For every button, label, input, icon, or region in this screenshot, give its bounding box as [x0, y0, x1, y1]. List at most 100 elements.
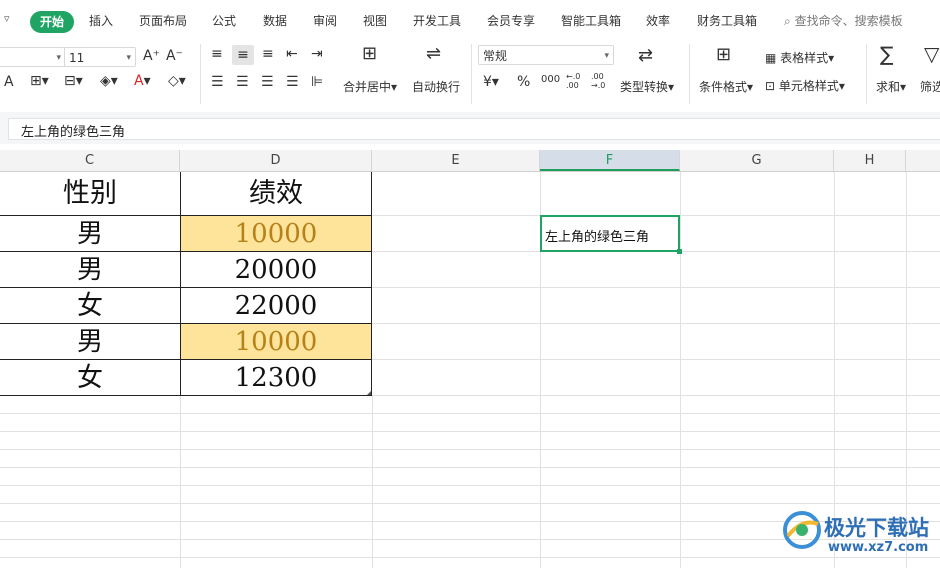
score-cell[interactable]: 10000	[181, 216, 371, 251]
wrap-text-icon[interactable]: ⇌	[426, 45, 441, 63]
table-border	[0, 323, 372, 324]
font-name-select[interactable]: ▾	[0, 47, 66, 67]
sum-label: 求和	[876, 80, 901, 94]
quick-access-dropdown-icon[interactable]: ▿	[4, 12, 10, 25]
decrease-decimal-icon[interactable]: .00 →.0	[591, 72, 613, 90]
table-style-button[interactable]: ▦ 表格样式▾	[765, 49, 834, 66]
watermark-logo-icon	[783, 511, 821, 549]
gridline	[0, 449, 940, 450]
tab-insert[interactable]: 插入	[89, 12, 113, 29]
watermark-url: www.xz7.com	[828, 540, 929, 555]
percent-icon[interactable]: %	[517, 74, 530, 90]
ribbon-divider	[200, 44, 201, 104]
tab-page-layout[interactable]: 页面布局	[139, 12, 187, 29]
align-right-icon[interactable]: ☰	[261, 74, 274, 90]
header-cell-gender[interactable]: 性别	[0, 173, 180, 215]
tab-formulas[interactable]: 公式	[212, 12, 236, 29]
align-center-icon[interactable]: ☰	[236, 74, 249, 90]
score-cell[interactable]: 12300	[181, 360, 371, 395]
border-icon[interactable]: ⊞▾	[30, 73, 49, 89]
align-bottom-icon[interactable]: ≡	[262, 46, 274, 62]
gender-cell[interactable]: 女	[0, 288, 180, 323]
header-cell-score[interactable]: 绩效	[180, 173, 372, 215]
cell-style-label: 单元格样式	[778, 79, 839, 93]
active-cell-f[interactable]: 左上角的绿色三角	[540, 215, 680, 252]
gridline	[0, 467, 940, 468]
formula-content: 左上角的绿色三角	[21, 125, 126, 140]
thousands-separator-icon[interactable]: 000	[541, 72, 560, 88]
distribute-icon[interactable]: ⊫	[311, 74, 323, 90]
wrap-text-button[interactable]: 自动换行	[412, 78, 460, 95]
tab-member[interactable]: 会员专享	[487, 12, 535, 29]
clear-format-icon[interactable]: ◇▾	[168, 73, 186, 89]
table-style-icon: ▦	[765, 51, 781, 65]
sum-icon[interactable]: ∑	[880, 44, 893, 64]
filter-icon[interactable]: ▽	[924, 44, 939, 64]
column-header-h[interactable]: H	[834, 150, 906, 171]
cell-style-icon: ⊡	[765, 79, 779, 93]
number-format-select[interactable]: 常规 ▾	[478, 45, 614, 65]
command-search[interactable]: ⌕ 查找命令、搜索模板	[784, 12, 903, 29]
currency-icon[interactable]: ¥▾	[483, 74, 499, 90]
tab-data[interactable]: 数据	[263, 12, 287, 29]
score-cell[interactable]: 10000	[181, 324, 371, 359]
font-color-icon[interactable]: A▾	[134, 73, 151, 89]
font-size-value: 11	[69, 51, 85, 65]
table-border	[371, 172, 372, 396]
table-style-label: 表格样式	[780, 51, 829, 65]
merge-center-label: 合并居中	[343, 80, 392, 94]
resize-corner-icon	[367, 391, 371, 395]
column-header-f[interactable]: F	[540, 150, 680, 171]
table-border	[0, 287, 372, 288]
justify-icon[interactable]: ☰	[286, 74, 299, 90]
gridline	[0, 431, 940, 432]
conditional-format-button[interactable]: 条件格式▾	[699, 78, 753, 95]
cell-format-icon[interactable]: ⊟▾	[64, 73, 83, 89]
align-left-icon[interactable]: ☰	[211, 74, 224, 90]
gridline	[0, 413, 940, 414]
search-placeholder: 查找命令、搜索模板	[794, 14, 903, 28]
decrease-indent-icon[interactable]: ⇤	[286, 46, 298, 62]
merge-center-button[interactable]: 合并居中▾	[343, 78, 397, 95]
column-header-g[interactable]: G	[680, 150, 834, 171]
font-size-select[interactable]: 11 ▾	[64, 47, 136, 67]
sum-button[interactable]: 求和▾	[876, 78, 906, 95]
font-grow-icon[interactable]: A⁺	[143, 48, 160, 64]
gender-cell[interactable]: 男	[0, 324, 180, 359]
tab-finance-toolbox[interactable]: 财务工具箱	[697, 12, 757, 29]
tab-view[interactable]: 视图	[363, 12, 387, 29]
tab-smart-toolbox[interactable]: 智能工具箱	[561, 12, 621, 29]
column-header-e[interactable]: E	[372, 150, 540, 171]
tab-developer[interactable]: 开发工具	[413, 12, 461, 29]
gridline	[372, 396, 373, 568]
align-middle-icon[interactable]: ≡	[232, 45, 254, 65]
watermark-title: 极光下载站	[824, 516, 929, 540]
fill-color-icon[interactable]: ◈▾	[100, 73, 118, 89]
column-header-c[interactable]: C	[0, 150, 180, 171]
cell-style-button[interactable]: ⊡ 单元格样式▾	[765, 77, 845, 94]
formula-input[interactable]: 左上角的绿色三角	[8, 118, 940, 140]
align-top-icon[interactable]: ≡	[211, 46, 223, 62]
conditional-format-label: 条件格式	[699, 80, 748, 94]
score-cell[interactable]: 20000	[181, 252, 371, 287]
increase-indent-icon[interactable]: ⇥	[311, 46, 323, 62]
tab-review[interactable]: 审阅	[313, 12, 337, 29]
merge-cells-icon[interactable]: ⊞	[362, 45, 377, 63]
column-header-d[interactable]: D	[180, 150, 372, 171]
tab-home[interactable]: 开始	[30, 11, 74, 33]
fill-handle[interactable]	[677, 249, 682, 254]
bold-icon[interactable]: A	[4, 74, 14, 90]
gender-cell[interactable]: 女	[0, 360, 180, 395]
gender-cell[interactable]: 男	[0, 216, 180, 251]
type-convert-icon[interactable]: ⇄	[638, 47, 653, 65]
score-cell[interactable]: 22000	[181, 288, 371, 323]
active-cell-text: 左上角的绿色三角	[545, 230, 650, 245]
gender-cell[interactable]: 男	[0, 252, 180, 287]
conditional-format-icon[interactable]: ⊞	[716, 46, 731, 64]
type-convert-button[interactable]: 类型转换▾	[620, 78, 674, 95]
filter-button[interactable]: 筛选	[920, 78, 940, 95]
increase-decimal-icon[interactable]: ←.0 .00	[566, 72, 588, 90]
search-icon: ⌕	[784, 14, 791, 28]
tab-efficiency[interactable]: 效率	[646, 12, 670, 29]
font-shrink-icon[interactable]: A⁻	[166, 48, 183, 64]
